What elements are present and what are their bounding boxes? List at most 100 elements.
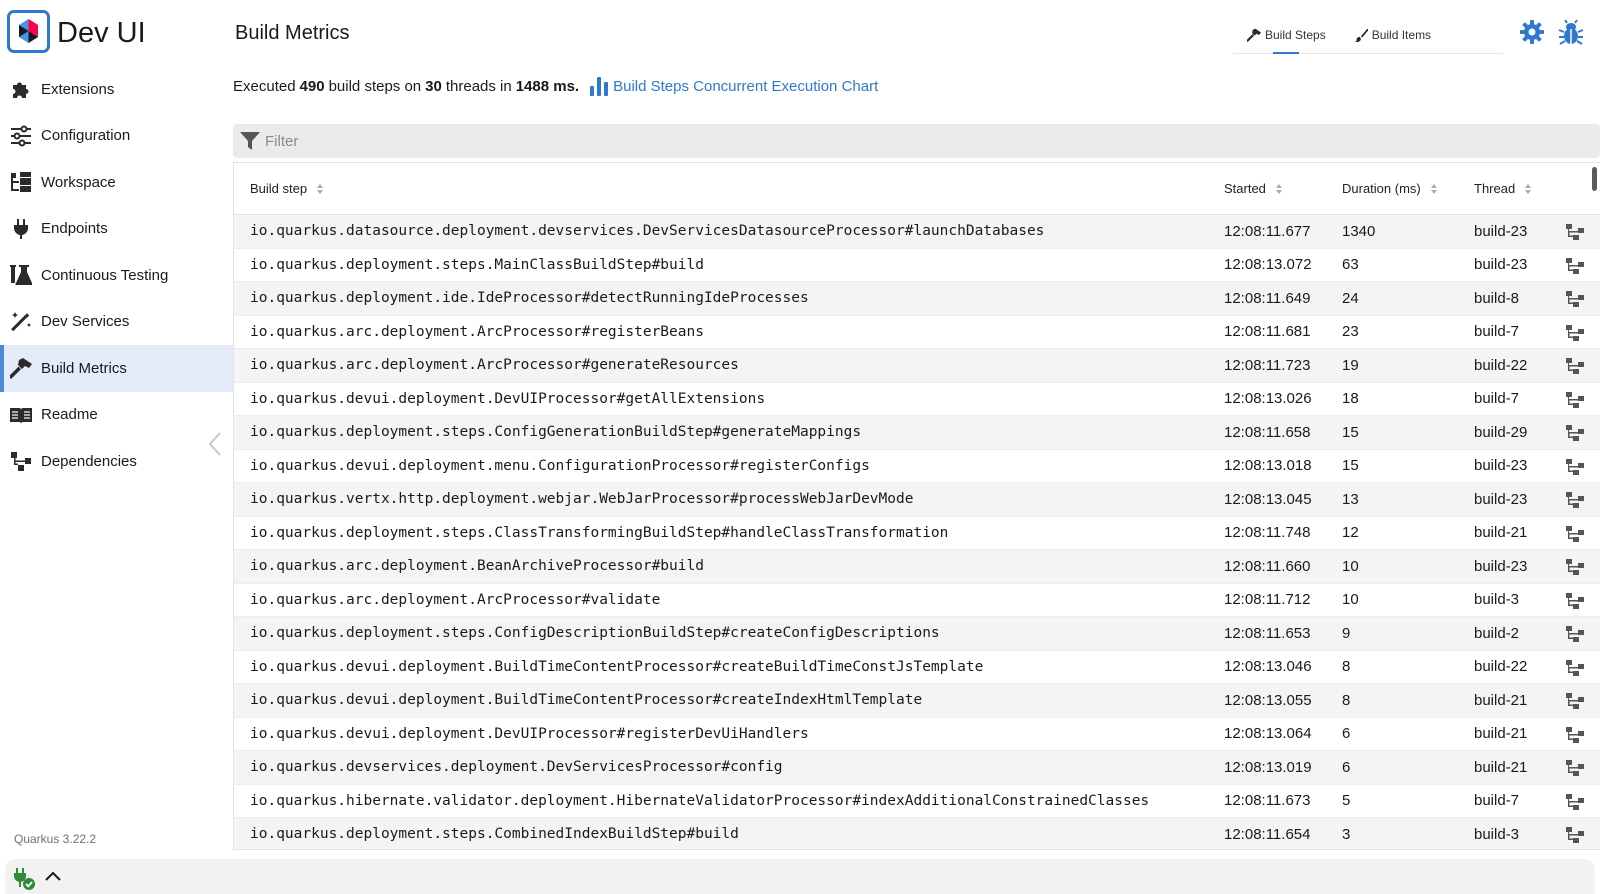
started-cell: 12:08:11.723 bbox=[1224, 356, 1311, 374]
started-cell: 12:08:11.712 bbox=[1224, 591, 1311, 609]
table-row[interactable]: io.quarkus.deployment.steps.CombinedInde… bbox=[234, 818, 1600, 849]
build-step-cell: io.quarkus.deployment.steps.ConfigGenera… bbox=[250, 424, 862, 441]
table-row[interactable]: io.quarkus.arc.deployment.ArcProcessor#r… bbox=[234, 316, 1600, 349]
filter-input[interactable] bbox=[265, 132, 1565, 150]
dependency-graph-icon[interactable] bbox=[1565, 825, 1585, 845]
table-row[interactable]: io.quarkus.deployment.ide.IdeProcessor#d… bbox=[234, 282, 1600, 316]
table-row[interactable]: io.quarkus.devui.deployment.BuildTimeCon… bbox=[234, 684, 1600, 718]
table-row[interactable]: io.quarkus.datasource.deployment.devserv… bbox=[234, 215, 1600, 249]
column-header-build-step[interactable]: Build step bbox=[250, 181, 325, 196]
dependency-graph-icon[interactable] bbox=[1565, 390, 1585, 410]
sidebar-item-dev-services[interactable]: Dev Services bbox=[0, 299, 234, 346]
table-row[interactable]: io.quarkus.arc.deployment.ArcProcessor#v… bbox=[234, 584, 1600, 617]
app-version: Quarkus 3.22.2 bbox=[14, 832, 97, 846]
column-header-duration[interactable]: Duration (ms) bbox=[1342, 181, 1439, 196]
duration-cell: 9 bbox=[1342, 624, 1351, 642]
column-header-label: Duration (ms) bbox=[1342, 181, 1421, 196]
sidebar-item-endpoints[interactable]: Endpoints bbox=[0, 206, 234, 253]
sidebar-item-extensions[interactable]: Extensions bbox=[0, 66, 234, 113]
dependency-graph-icon[interactable] bbox=[1565, 624, 1585, 644]
dependency-graph-icon[interactable] bbox=[1565, 557, 1585, 577]
dependency-graph-icon[interactable] bbox=[1565, 222, 1585, 242]
dependency-graph-icon[interactable] bbox=[1565, 658, 1585, 678]
started-cell: 12:08:13.072 bbox=[1224, 256, 1312, 274]
table-row[interactable]: io.quarkus.devservices.deployment.DevSer… bbox=[234, 751, 1600, 785]
gear-icon[interactable] bbox=[1519, 19, 1545, 45]
thread-cell: build-21 bbox=[1474, 691, 1528, 709]
table-row[interactable]: io.quarkus.devui.deployment.BuildTimeCon… bbox=[234, 651, 1600, 684]
collapse-sidebar-chevron-icon[interactable] bbox=[206, 430, 226, 458]
duration-cell: 15 bbox=[1342, 457, 1359, 475]
table-row[interactable]: io.quarkus.devui.deployment.menu.Configu… bbox=[234, 450, 1600, 483]
table-row[interactable]: io.quarkus.deployment.steps.ClassTransfo… bbox=[234, 517, 1600, 550]
dependency-graph-icon[interactable] bbox=[1565, 758, 1585, 778]
build-step-cell: io.quarkus.arc.deployment.BeanArchivePro… bbox=[250, 558, 704, 575]
table-row[interactable]: io.quarkus.deployment.steps.MainClassBui… bbox=[234, 249, 1600, 282]
sidebar-item-dependencies[interactable]: Dependencies bbox=[0, 438, 234, 485]
dependency-graph-icon[interactable] bbox=[1565, 490, 1585, 510]
table-row[interactable]: io.quarkus.arc.deployment.BeanArchivePro… bbox=[234, 550, 1600, 584]
table-row[interactable]: io.quarkus.devui.deployment.DevUIProcess… bbox=[234, 383, 1600, 416]
started-cell: 12:08:13.026 bbox=[1224, 390, 1312, 408]
folder-tree-icon bbox=[9, 170, 33, 194]
table-row[interactable]: io.quarkus.devui.deployment.DevUIProcess… bbox=[234, 718, 1600, 751]
app-logo[interactable]: Dev UI bbox=[7, 10, 146, 53]
column-header-label: Build step bbox=[250, 181, 308, 196]
table-row[interactable]: io.quarkus.arc.deployment.ArcProcessor#g… bbox=[234, 349, 1600, 383]
sidebar-item-workspace[interactable]: Workspace bbox=[0, 159, 234, 206]
dependency-graph-icon[interactable] bbox=[1565, 457, 1585, 477]
column-header-thread[interactable]: Thread bbox=[1474, 181, 1533, 196]
table-scrollbar[interactable] bbox=[1592, 167, 1597, 191]
dependency-graph-icon[interactable] bbox=[1565, 524, 1585, 544]
app-title: Dev UI bbox=[57, 17, 146, 49]
build-step-cell: io.quarkus.devui.deployment.BuildTimeCon… bbox=[250, 692, 923, 709]
tab-build-items[interactable]: Build Items bbox=[1340, 16, 1445, 53]
dependency-graph-icon[interactable] bbox=[1565, 423, 1585, 443]
table-row[interactable]: io.quarkus.deployment.steps.ConfigDescri… bbox=[234, 617, 1600, 651]
duration-cell: 15 bbox=[1342, 423, 1359, 441]
thread-cell: build-23 bbox=[1474, 490, 1528, 508]
footer-bar bbox=[5, 859, 1595, 894]
plug-connected-icon[interactable] bbox=[12, 867, 36, 891]
table-row[interactable]: io.quarkus.hibernate.validator.deploymen… bbox=[234, 785, 1600, 818]
thread-cell: build-3 bbox=[1474, 825, 1520, 843]
thread-cell: build-2 bbox=[1474, 624, 1520, 642]
build-summary: Executed 490 build steps on 30 threads i… bbox=[233, 76, 878, 96]
dependency-graph-icon[interactable] bbox=[1565, 725, 1585, 745]
build-step-cell: io.quarkus.hibernate.validator.deploymen… bbox=[250, 792, 1150, 809]
duration-cell: 10 bbox=[1342, 557, 1359, 575]
summary-text: build steps on bbox=[328, 77, 422, 95]
build-step-cell: io.quarkus.deployment.steps.ClassTransfo… bbox=[250, 524, 949, 541]
dependency-graph-icon[interactable] bbox=[1565, 323, 1585, 343]
sidebar-item-readme[interactable]: Readme bbox=[0, 392, 234, 439]
started-cell: 12:08:13.045 bbox=[1224, 490, 1312, 508]
thread-cell: build-21 bbox=[1474, 725, 1528, 743]
duration-cell: 19 bbox=[1342, 356, 1359, 374]
dependency-graph-icon[interactable] bbox=[1565, 691, 1585, 711]
tab-label: Build Items bbox=[1371, 27, 1432, 42]
dependency-graph-icon[interactable] bbox=[1565, 256, 1585, 276]
sidebar-item-label: Build Metrics bbox=[41, 359, 127, 377]
flask-icon bbox=[9, 263, 33, 287]
sidebar-item-continuous-testing[interactable]: Continuous Testing bbox=[0, 252, 234, 299]
thread-cell: build-7 bbox=[1474, 390, 1520, 408]
tab-build-steps[interactable]: Build Steps bbox=[1233, 16, 1340, 54]
dependency-graph-icon[interactable] bbox=[1565, 289, 1585, 309]
table-row[interactable]: io.quarkus.deployment.steps.ConfigGenera… bbox=[234, 416, 1600, 450]
sidebar-item-build-metrics[interactable]: Build Metrics bbox=[0, 345, 234, 392]
concurrent-chart-link[interactable]: Build Steps Concurrent Execution Chart bbox=[589, 76, 878, 96]
started-cell: 12:08:11.653 bbox=[1224, 624, 1311, 642]
bar-chart-icon bbox=[590, 77, 609, 96]
dependency-graph-icon[interactable] bbox=[1565, 792, 1585, 812]
hammer-icon bbox=[1246, 28, 1261, 42]
dependency-graph-icon[interactable] bbox=[1565, 356, 1585, 376]
dependency-graph-icon[interactable] bbox=[1565, 591, 1585, 611]
chevron-up-icon[interactable] bbox=[43, 867, 63, 887]
column-header-started[interactable]: Started bbox=[1224, 181, 1284, 196]
duration-cell: 23 bbox=[1342, 323, 1359, 341]
chart-link-label: Build Steps Concurrent Execution Chart bbox=[613, 77, 879, 95]
bug-icon[interactable] bbox=[1558, 19, 1584, 45]
sidebar-item-configuration[interactable]: Configuration bbox=[0, 113, 234, 160]
table-row[interactable]: io.quarkus.vertx.http.deployment.webjar.… bbox=[234, 483, 1600, 517]
sidebar-item-label: Endpoints bbox=[41, 220, 108, 238]
